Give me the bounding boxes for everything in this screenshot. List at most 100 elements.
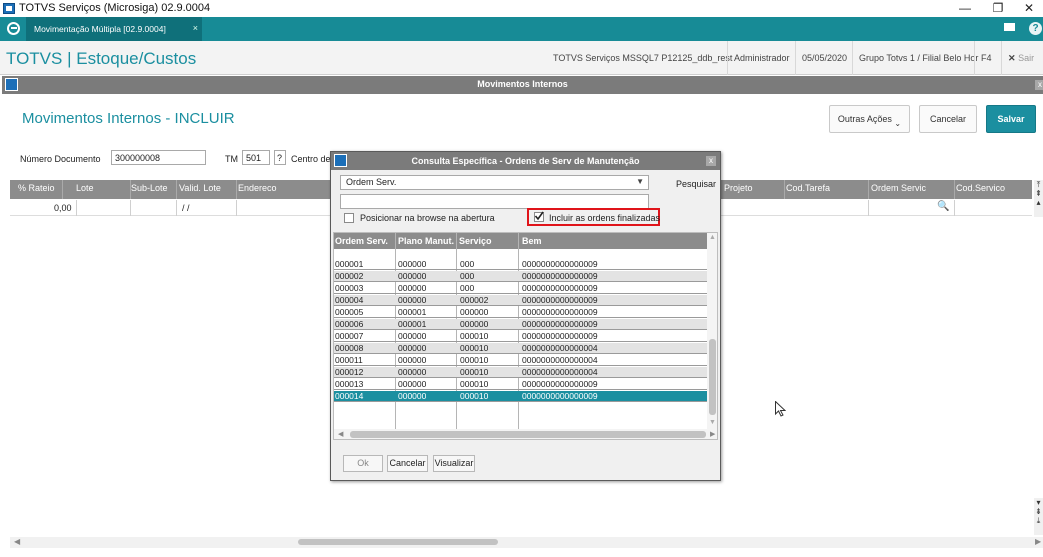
table-row[interactable]: 000001 000000 000 0000000000000009 xyxy=(334,259,707,270)
table-cell: 0000000000000004 xyxy=(522,355,598,365)
table-row[interactable]: 000008 000000 000010 0000000000000004 xyxy=(334,343,707,354)
help-icon[interactable]: ? xyxy=(1029,22,1042,35)
col-ordem-serv[interactable]: Ordem Serv. xyxy=(335,236,388,246)
scroll-up-page-icon[interactable]: ⇞ xyxy=(1034,189,1043,198)
cell-valid-lote[interactable]: / / xyxy=(182,203,190,213)
table-row[interactable]: 000005 000001 000000 0000000000000009 xyxy=(334,307,707,318)
scroll-left-icon[interactable]: ◀ xyxy=(14,537,20,546)
col-bem[interactable]: Bem xyxy=(522,236,542,246)
scroll-thumb[interactable] xyxy=(298,539,498,545)
table-row[interactable]: 000012 000000 000010 0000000000000004 xyxy=(334,367,707,378)
mail-icon[interactable] xyxy=(1004,23,1015,31)
table-row[interactable]: 000003 000000 000 0000000000000009 xyxy=(334,283,707,294)
restore-button[interactable]: ❐ xyxy=(985,0,1011,17)
table-row[interactable]: 000007 000000 000010 0000000000000009 xyxy=(334,331,707,342)
scroll-right-icon[interactable]: ▶ xyxy=(1035,537,1041,546)
index-select[interactable]: Ordem Serv. ▼ xyxy=(340,175,649,190)
include-finished-label: Incluir as ordens finalizadas xyxy=(549,213,661,223)
search-button[interactable]: Pesquisar xyxy=(676,179,716,189)
col-projeto[interactable]: Projeto xyxy=(724,183,753,193)
table-cell: 000000 xyxy=(398,379,427,389)
table-cell: 000014 xyxy=(335,391,364,401)
scroll-up-icon[interactable]: ▲ xyxy=(709,234,716,241)
table-cell: 0000000000000009 xyxy=(522,331,598,341)
table-cell: 000000 xyxy=(460,307,489,317)
include-finished-checkbox[interactable] xyxy=(534,211,544,222)
table-cell: 000001 xyxy=(398,319,427,329)
table-cell: 000001 xyxy=(398,307,427,317)
table-row[interactable]: 000011 000000 000010 0000000000000004 xyxy=(334,355,707,366)
grid-vertical-scrollbar[interactable]: ⤒ ⇞ ▴ xyxy=(1034,180,1043,217)
col-cod-tarefa[interactable]: Cod.Tarefa xyxy=(786,183,830,193)
col-ordem-servic[interactable]: Ordem Servic xyxy=(871,183,926,193)
shortcut-f4[interactable]: F4 xyxy=(974,41,998,75)
scroll-up-icon[interactable]: ▴ xyxy=(1034,198,1043,207)
dialog-cancel-button[interactable]: Cancelar xyxy=(387,455,428,472)
dialog-close-icon[interactable]: x xyxy=(706,156,716,166)
branch-info[interactable]: Grupo Totvs 1 / Filial Belo Hor xyxy=(852,41,984,75)
table-hscroll-thumb[interactable] xyxy=(350,431,706,438)
orders-table: Ordem Serv. Plano Manut. Serviço Bem 000… xyxy=(333,232,718,440)
grid-horizontal-scrollbar[interactable]: ◀ ▶ xyxy=(10,537,1043,548)
table-cell: 000000 xyxy=(398,283,427,293)
table-cell: 000011 xyxy=(335,355,363,365)
more-actions-label: Outras Ações xyxy=(837,114,892,124)
scroll-down-icon[interactable]: ▾ xyxy=(1034,498,1043,507)
scroll-right-icon[interactable]: ▶ xyxy=(710,430,715,438)
scroll-top-icon[interactable]: ⤒ xyxy=(1034,180,1043,189)
col-endereco[interactable]: Endereco xyxy=(238,183,277,193)
table-cell: 000010 xyxy=(460,367,489,377)
col-sub-lote[interactable]: Sub-Lote xyxy=(131,183,168,193)
cell-rateio[interactable]: 0,00 xyxy=(54,203,72,213)
tab-movimentacao-multipla[interactable]: Movimentação Múltipla [02.9.0004] × xyxy=(26,17,202,41)
table-row[interactable]: 000006 000001 000000 0000000000000009 xyxy=(334,319,707,330)
table-cell: 000002 xyxy=(335,271,364,281)
save-button[interactable]: Salvar xyxy=(986,105,1036,133)
date-info[interactable]: 05/05/2020 xyxy=(795,41,853,75)
scroll-down-icon[interactable]: ▼ xyxy=(709,419,716,426)
tab-label: Movimentação Múltipla [02.9.0004] xyxy=(34,24,166,34)
page-title: Movimentos Internos - INCLUIR xyxy=(22,110,235,127)
close-window-button[interactable]: ✕ xyxy=(1016,0,1042,17)
search-icon[interactable]: 🔍 xyxy=(937,201,949,212)
inner-window-close-icon[interactable]: x xyxy=(1035,80,1043,90)
exit-button[interactable]: ✕ Sair xyxy=(1001,41,1040,75)
grid-vertical-scrollbar-bottom[interactable]: ▾ ⇟ ⤓ xyxy=(1034,498,1043,535)
table-row[interactable]: 000014 000000 000010 0000000000000009 xyxy=(334,391,707,402)
table-cell: 000000 xyxy=(398,295,427,305)
table-cell: 000004 xyxy=(335,295,364,305)
doc-number-field[interactable]: 300000008 xyxy=(111,150,206,165)
col-servico[interactable]: Serviço xyxy=(459,236,492,246)
scroll-bottom-icon[interactable]: ⤓ xyxy=(1034,516,1043,525)
col-valid-lote[interactable]: Valid. Lote xyxy=(179,183,221,193)
col-rateio[interactable]: % Rateio xyxy=(18,183,55,193)
position-checkbox[interactable] xyxy=(344,213,354,223)
table-cell: 0000000000000009 xyxy=(522,295,598,305)
minimize-button[interactable]: — xyxy=(952,0,978,17)
view-button[interactable]: Visualizar xyxy=(433,455,475,472)
ok-button[interactable]: Ok xyxy=(343,455,383,472)
user-info[interactable]: Administrador xyxy=(727,41,796,75)
more-actions-button[interactable]: Outras Ações ⌄ xyxy=(829,105,910,133)
col-lote[interactable]: Lote xyxy=(76,183,94,193)
dialog-title-bar: Consulta Específica - Ordens de Serv de … xyxy=(331,152,720,170)
col-plano-manut[interactable]: Plano Manut. xyxy=(398,236,454,246)
table-vertical-scrollbar[interactable]: ▲ ▼ xyxy=(707,233,717,429)
tab-close-icon[interactable]: × xyxy=(193,23,198,33)
table-row[interactable]: 000002 000000 000 0000000000000009 xyxy=(334,271,707,282)
table-scroll-thumb[interactable] xyxy=(709,339,716,415)
inner-window-title: Movimentos Internos xyxy=(477,79,568,89)
table-horizontal-scrollbar[interactable]: ◀ ▶ xyxy=(334,429,717,439)
tm-help-button[interactable]: ? xyxy=(274,150,286,165)
menu-icon[interactable] xyxy=(7,22,20,35)
chevron-down-icon: ▼ xyxy=(636,177,644,186)
scroll-left-icon[interactable]: ◀ xyxy=(338,430,343,438)
table-row[interactable]: 000004 000000 000002 0000000000000009 xyxy=(334,295,707,306)
cancel-button[interactable]: Cancelar xyxy=(919,105,977,133)
search-input[interactable] xyxy=(340,194,649,209)
col-cod-servico[interactable]: Cod.Servico xyxy=(956,183,1005,193)
scroll-down-page-icon[interactable]: ⇟ xyxy=(1034,507,1043,516)
table-row[interactable]: 000013 000000 000010 0000000000000009 xyxy=(334,379,707,390)
tm-field[interactable]: 501 xyxy=(242,150,270,165)
table-cell: 000000 xyxy=(398,355,427,365)
